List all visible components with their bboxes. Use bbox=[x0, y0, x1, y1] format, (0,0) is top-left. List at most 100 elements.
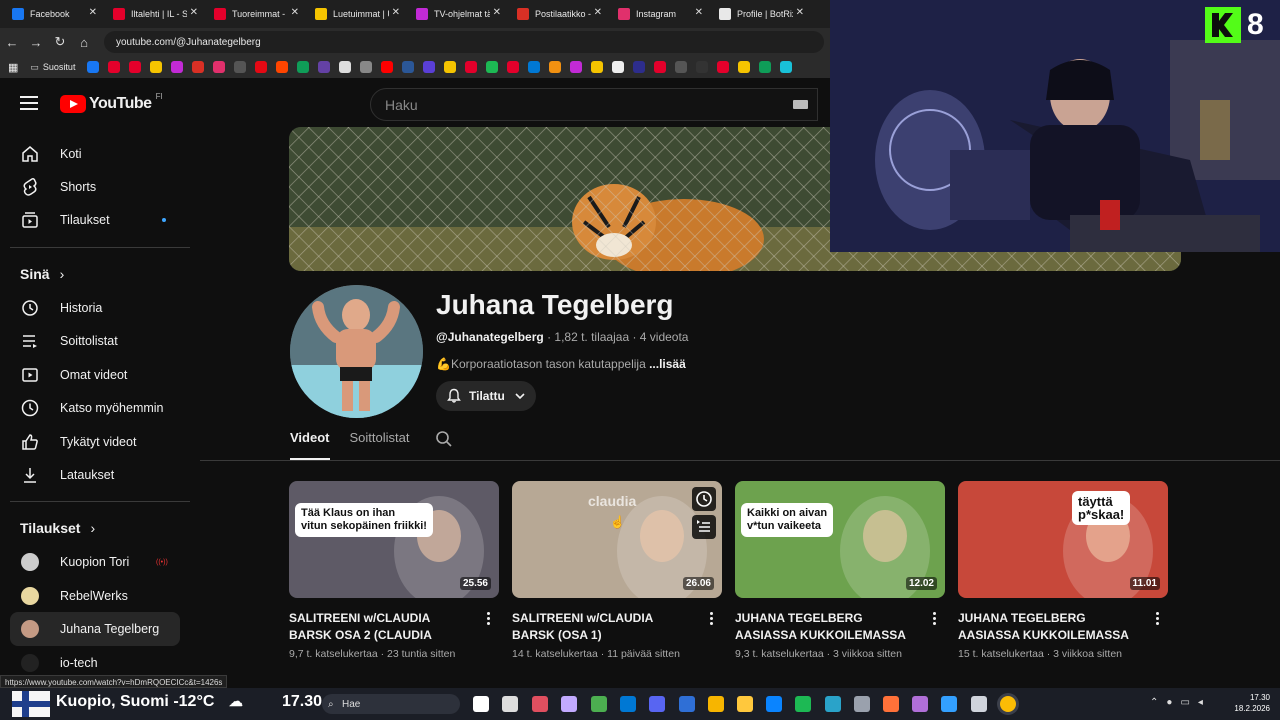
bookmark-icon[interactable] bbox=[423, 61, 436, 73]
sidebar-item[interactable]: Katso myöhemmin bbox=[10, 391, 180, 425]
settings-app-icon[interactable] bbox=[620, 696, 636, 712]
more-options-icon[interactable] bbox=[1156, 612, 1160, 626]
app-icon[interactable] bbox=[912, 696, 928, 712]
bookmark-folder-label[interactable]: Suositut bbox=[43, 62, 76, 72]
bookmark-icon[interactable] bbox=[675, 61, 688, 73]
close-tab-icon[interactable]: ✕ bbox=[594, 7, 602, 18]
bookmark-icon[interactable] bbox=[339, 61, 352, 73]
browser-tab[interactable]: Profile | BotRix ✕ bbox=[707, 0, 808, 28]
bookmark-icon[interactable] bbox=[780, 61, 793, 73]
bookmark-icon[interactable] bbox=[360, 61, 373, 73]
app-icon[interactable] bbox=[854, 696, 870, 712]
video-card[interactable]: Kaikki on aivan v*tun vaikeeta 12.02 JUHA… bbox=[735, 481, 945, 660]
bookmark-icon[interactable] bbox=[402, 61, 415, 73]
sidebar-subscriptions-heading[interactable]: Tilaukset › bbox=[20, 520, 95, 536]
bookmark-icon[interactable] bbox=[465, 61, 478, 73]
bookmark-icon[interactable] bbox=[570, 61, 583, 73]
close-tab-icon[interactable]: ✕ bbox=[89, 7, 97, 18]
subscription-item[interactable]: RebelWerks bbox=[10, 579, 180, 613]
apps-grid-icon[interactable]: ▦ bbox=[8, 61, 18, 74]
youtube-logo[interactable]: YouTube FI bbox=[60, 92, 163, 113]
weather-app-icon[interactable] bbox=[708, 696, 724, 712]
close-tab-icon[interactable]: ✕ bbox=[695, 7, 703, 18]
video-title[interactable]: JUHANA TEGELBERG AASIASSA KUKKOILEMASSA … bbox=[958, 610, 1143, 644]
browser-tab[interactable]: Postilaatikko - ✕ bbox=[505, 0, 606, 28]
folder-icon[interactable]: ▭ bbox=[30, 62, 39, 73]
bookmark-icon[interactable] bbox=[381, 61, 394, 73]
discord-app-icon[interactable] bbox=[649, 696, 665, 712]
firefox-app-icon[interactable] bbox=[883, 696, 899, 712]
close-tab-icon[interactable]: ✕ bbox=[291, 7, 299, 18]
browser-tab[interactable]: Instagram ✕ bbox=[606, 0, 707, 28]
mail-app-icon[interactable] bbox=[679, 696, 695, 712]
bookmark-icon[interactable] bbox=[297, 61, 310, 73]
sidebar-you-heading[interactable]: Sinä › bbox=[20, 266, 64, 282]
monitor-icon[interactable]: ▭ bbox=[1180, 697, 1189, 708]
bookmark-icon[interactable] bbox=[654, 61, 667, 73]
bookmark-icon[interactable] bbox=[444, 61, 457, 73]
search-icon[interactable] bbox=[435, 430, 453, 448]
weather-widget[interactable]: Kuopio, Suomi -12°C ☁ bbox=[56, 693, 243, 711]
url-input[interactable]: youtube.com/@Juhanategelberg bbox=[104, 31, 824, 53]
bookmark-icon[interactable] bbox=[129, 61, 142, 73]
bookmark-icon[interactable] bbox=[696, 61, 709, 73]
sidebar-item[interactable]: Soittolistat bbox=[10, 324, 180, 358]
video-card[interactable]: täyttä p*skaa! 11.01 JUHANA TEGELBERG AAS… bbox=[958, 481, 1168, 660]
video-title[interactable]: SALITREENI w/CLAUDIA BARSK OSA 2 (CLAUDI… bbox=[289, 610, 474, 644]
sidebar-item[interactable]: Historia bbox=[10, 291, 180, 325]
video-card[interactable]: Tää Klaus on ihan vitun sekopäinen friikk… bbox=[289, 481, 499, 660]
browser-tab[interactable]: Facebook ✕ bbox=[0, 0, 101, 28]
subscription-item[interactable]: Juhana Tegelberg bbox=[10, 612, 180, 646]
sidebar-item[interactable]: Shorts bbox=[10, 170, 180, 204]
more-options-icon[interactable] bbox=[710, 612, 714, 626]
edge-browser-icon[interactable] bbox=[766, 696, 782, 712]
bookmark-icon[interactable] bbox=[738, 61, 751, 73]
watch-later-icon[interactable] bbox=[692, 487, 716, 511]
bookmark-icon[interactable] bbox=[759, 61, 772, 73]
search-input[interactable]: Haku bbox=[370, 88, 818, 121]
bookmark-icon[interactable] bbox=[591, 61, 604, 73]
bookmark-icon[interactable] bbox=[192, 61, 205, 73]
bookmark-icon[interactable] bbox=[318, 61, 331, 73]
channel-description[interactable]: 💪Korporaatiotason tason katutappelija ..… bbox=[436, 357, 686, 371]
more-options-icon[interactable] bbox=[933, 612, 937, 626]
bookmark-icon[interactable] bbox=[87, 61, 100, 73]
hamburger-menu-icon[interactable] bbox=[20, 96, 38, 110]
more-options-icon[interactable] bbox=[487, 612, 491, 626]
home-button-icon[interactable]: ⌂ bbox=[72, 35, 96, 50]
forward-icon[interactable]: → bbox=[24, 35, 48, 50]
app-icon[interactable] bbox=[561, 696, 577, 712]
sidebar-item[interactable]: Tilaukset bbox=[10, 203, 180, 237]
bookmark-icon[interactable] bbox=[486, 61, 499, 73]
sidebar-item[interactable]: Lataukset bbox=[10, 458, 180, 492]
tab-videos[interactable]: Videot bbox=[290, 430, 330, 460]
sidebar-item[interactable]: Omat videot bbox=[10, 358, 180, 392]
browser-tab[interactable]: TV-ohjelmat tä ✕ bbox=[404, 0, 505, 28]
channel-avatar[interactable] bbox=[290, 285, 423, 418]
close-tab-icon[interactable]: ✕ bbox=[392, 7, 400, 18]
stats-app-icon[interactable] bbox=[473, 696, 489, 712]
steam-app-icon[interactable] bbox=[971, 696, 987, 712]
close-tab-icon[interactable]: ✕ bbox=[493, 7, 501, 18]
add-to-queue-icon[interactable] bbox=[692, 515, 716, 539]
bookmark-icon[interactable] bbox=[108, 61, 121, 73]
bookmark-icon[interactable] bbox=[633, 61, 646, 73]
taskbar-clock[interactable]: 17.30 18.2.2026 bbox=[1232, 692, 1270, 714]
file-explorer-icon[interactable] bbox=[737, 696, 753, 712]
video-thumbnail[interactable]: Tää Klaus on ihan vitun sekopäinen friikk… bbox=[289, 481, 499, 598]
tab-playlists[interactable]: Soittolistat bbox=[350, 430, 410, 460]
app-icon[interactable] bbox=[941, 696, 957, 712]
more-link[interactable]: ...lisää bbox=[649, 357, 686, 371]
bookmark-icon[interactable] bbox=[717, 61, 730, 73]
speaker-icon[interactable]: ◂ bbox=[1198, 697, 1203, 708]
taskbar-search[interactable]: ⌕ Hae bbox=[322, 694, 460, 714]
sidebar-item[interactable]: Tykätyt videot bbox=[10, 425, 180, 459]
browser-tab[interactable]: Luetuimmat | Ur ✕ bbox=[303, 0, 404, 28]
bookmark-icon[interactable] bbox=[507, 61, 520, 73]
chevron-up-icon[interactable]: ⌃ bbox=[1150, 697, 1158, 708]
bookmark-icon[interactable] bbox=[612, 61, 625, 73]
bookmark-icon[interactable] bbox=[255, 61, 268, 73]
video-thumbnail[interactable]: Kaikki on aivan v*tun vaikeeta 12.02 bbox=[735, 481, 945, 598]
app-icon[interactable] bbox=[591, 696, 607, 712]
bookmark-icon[interactable] bbox=[150, 61, 163, 73]
